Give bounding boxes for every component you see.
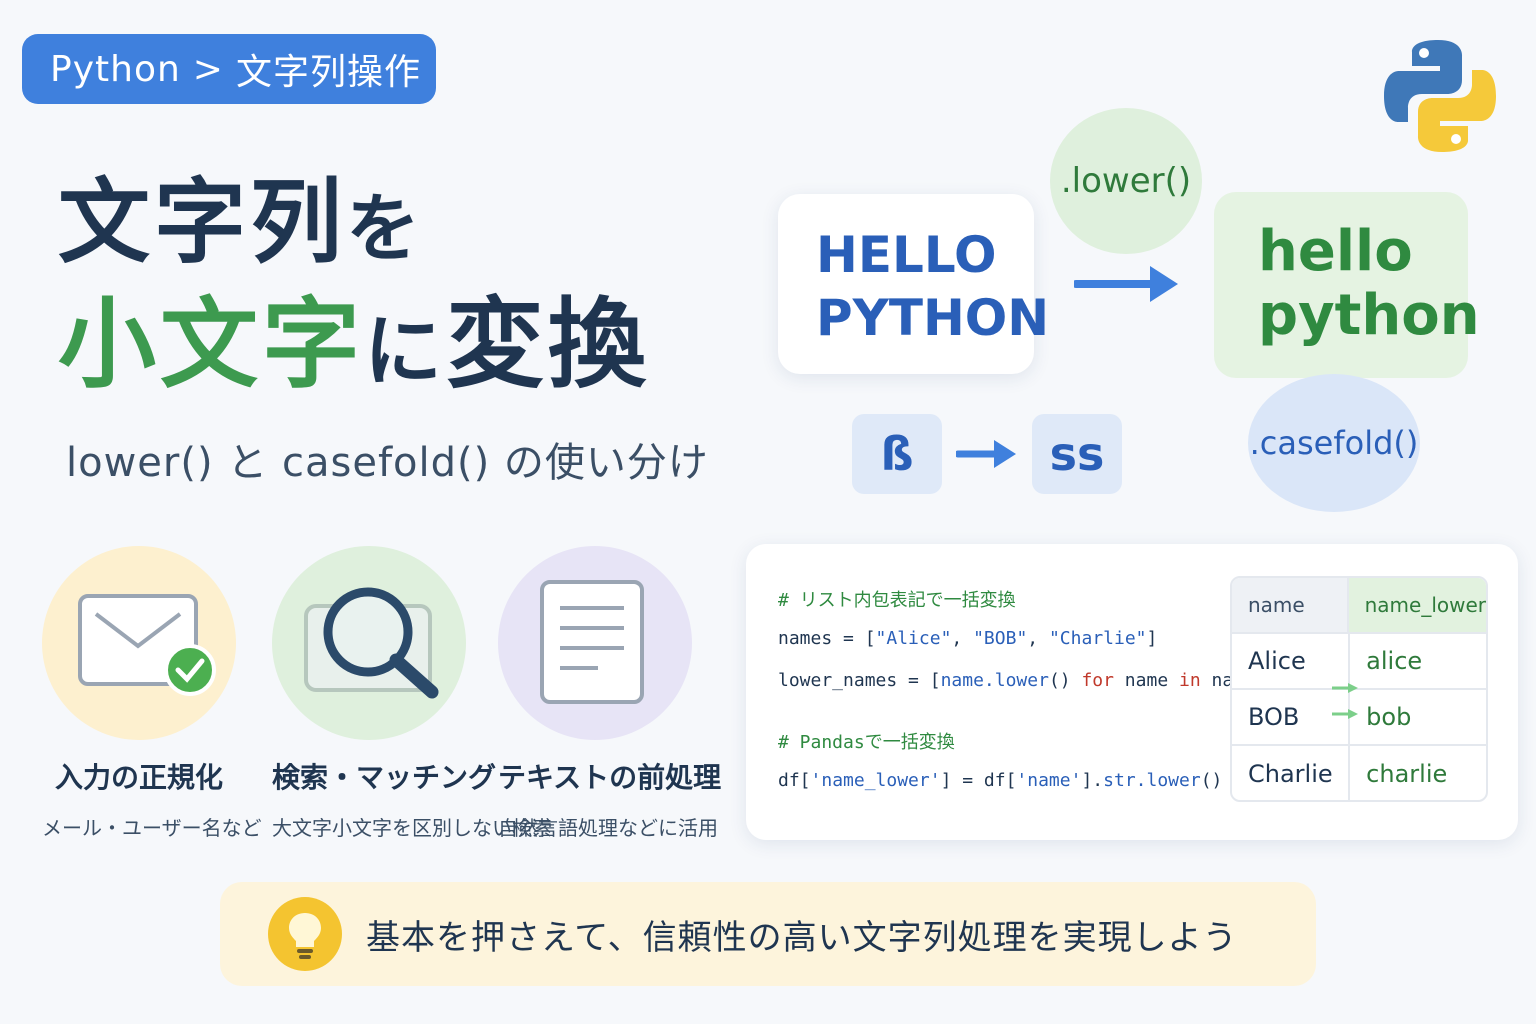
code-string: 'name'	[1016, 770, 1082, 791]
code-string: "BOB"	[973, 628, 1028, 649]
code-line-pandas: df['name_lower'] = df['name'].str.lower(…	[778, 770, 1222, 791]
document-icon	[540, 580, 644, 704]
use-case-circle	[272, 546, 466, 740]
envelope-check-icon	[78, 594, 216, 696]
use-case-title: 検索・マッチング	[272, 761, 497, 794]
output-card: hello python	[1214, 192, 1480, 378]
table-header-row: name name_lower	[1232, 578, 1486, 634]
code-token: ] = df[	[940, 770, 1017, 791]
code-comment: # Pandasで一括変換	[778, 732, 955, 753]
hero-subtitle: lower() と casefold() の使い分け	[66, 440, 709, 486]
table-cell: charlie	[1348, 746, 1486, 800]
code-token: name	[1113, 670, 1179, 691]
special-char-output: ss	[1032, 414, 1122, 494]
use-case-title: 入力の正規化	[54, 761, 223, 794]
arrow-right-icon	[956, 440, 1016, 468]
use-case-title: テキストの前処理	[498, 761, 722, 794]
lightbulb-icon	[268, 897, 342, 971]
table-header: name	[1232, 578, 1347, 632]
breadcrumb-current: 文字列操作	[235, 52, 421, 93]
tip-banner: 基本を押さえて、信頼性の高い文字列処理を実現しよう	[220, 882, 1316, 986]
code-token: df[	[778, 770, 811, 791]
code-line-lower: lower_names = [name.lower() for name in …	[778, 670, 1277, 691]
use-case-circle	[42, 546, 236, 740]
code-token: ]	[1146, 628, 1158, 649]
use-case-preprocess: テキストの前処理 自然言語処理などに活用	[498, 546, 722, 841]
code-keyword: for	[1081, 670, 1114, 691]
use-case-subtitle: メール・ユーザー名など	[42, 816, 262, 840]
code-method: str.lower	[1103, 770, 1201, 791]
input-line-1: HELLO	[816, 226, 997, 284]
code-token: ()	[1200, 770, 1223, 791]
arrow-right-icon	[1332, 683, 1358, 719]
code-token: ].	[1081, 770, 1104, 791]
arrow-right-icon	[1074, 266, 1178, 302]
code-method: name.lower	[940, 670, 1049, 691]
table-cell: Charlie	[1248, 760, 1333, 788]
python-logo-icon	[1384, 40, 1496, 152]
input-card: HELLO PYTHON	[778, 194, 1050, 374]
output-line-2: python	[1258, 283, 1480, 349]
hero-title-particle-2: に	[364, 307, 447, 397]
tip-text: 基本を押さえて、信頼性の高い文字列処理を実現しよう	[366, 917, 1238, 958]
code-token: ()	[1048, 670, 1082, 691]
use-case-subtitle: 自然言語処理などに活用	[498, 816, 718, 840]
use-case-subtitle: 大文字小文字を区別しない検索	[272, 816, 552, 840]
code-panel: # リスト内包表記で一括変換 names = ["Alice", "BOB", …	[746, 544, 1518, 840]
code-string: 'name_lower'	[810, 770, 941, 791]
use-case-search: 検索・マッチング 大文字小文字を区別しない検索	[272, 546, 552, 841]
hero-title-particle: を	[346, 186, 425, 272]
special-char-input: ß	[852, 414, 942, 494]
breadcrumb-separator: >	[192, 48, 224, 90]
code-keyword: in	[1179, 670, 1201, 691]
code-token: lower_names = [	[778, 670, 941, 691]
code-comment: # リスト内包表記で一括変換	[778, 590, 1016, 611]
code-token: names = [	[778, 628, 876, 649]
use-case-normalize: 入力の正規化 メール・ユーザー名など	[42, 546, 262, 841]
hero-title-highlight: 小文字	[58, 288, 365, 402]
casefold-method-bubble: .casefold()	[1248, 374, 1420, 512]
output-line-1: hello	[1258, 219, 1413, 284]
use-case-circle	[498, 546, 692, 740]
code-string: "Charlie"	[1048, 628, 1147, 649]
hero-title-rest: 変換	[446, 288, 651, 402]
code-line-names: names = ["Alice", "BOB", "Charlie"]	[778, 628, 1158, 649]
table-cell: alice	[1348, 634, 1486, 688]
breadcrumb[interactable]: Python > 文字列操作	[22, 34, 436, 104]
hero-title-main: 文字列	[58, 169, 347, 276]
lower-method-bubble: .lower()	[1050, 108, 1202, 254]
breadcrumb-root[interactable]: Python	[50, 49, 181, 90]
input-line-2: PYTHON	[816, 288, 1050, 347]
table-row: Charlie charlie	[1232, 746, 1486, 800]
code-string: "Alice"	[875, 628, 952, 649]
table-cell: bob	[1348, 690, 1486, 744]
hero-title-line2: 小文字に変換	[58, 291, 650, 400]
table-header: name_lower	[1346, 578, 1486, 632]
magnifier-icon	[304, 587, 439, 699]
hero-title-line1: 文字列を	[58, 172, 424, 273]
